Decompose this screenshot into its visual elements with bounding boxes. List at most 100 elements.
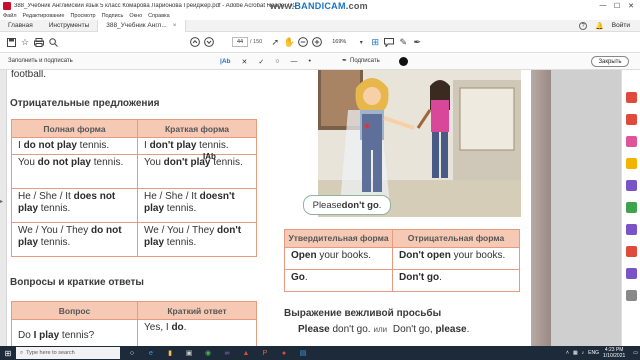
document-background — [551, 70, 621, 346]
speech-bubble: Please don't go. — [303, 195, 391, 215]
menu-window[interactable]: Окно — [129, 13, 142, 19]
create-pdf-icon[interactable] — [626, 114, 637, 125]
close-window-button[interactable]: ✕ — [624, 0, 638, 11]
menu-help[interactable]: Справка — [148, 13, 170, 19]
record-icon[interactable]: ● — [277, 346, 291, 360]
minimize-button[interactable]: — — [596, 0, 610, 11]
fill-sign-label: Заполнить и подписать — [8, 58, 73, 64]
book-spine — [531, 70, 551, 346]
page-up-icon[interactable] — [188, 35, 202, 49]
chrome-icon[interactable]: ◉ — [201, 346, 215, 360]
system-tray: ˄ ▦ ♪ ENG 4:23 PM 1/10/2021 ▭ — [566, 346, 638, 360]
left-panel-toggle[interactable]: ▸ — [0, 70, 6, 346]
text-cursor-icon: I̲Ab — [203, 152, 216, 161]
header-affirmative: Утвердительная форма — [284, 229, 393, 248]
table-row: Do I play tennis? Yes, I do. — [11, 319, 257, 346]
fill-sign-bar: Заполнить и подписать |Ab ✕ ✓ ○ — • ✒ По… — [0, 53, 640, 70]
save-icon[interactable] — [4, 35, 18, 49]
comment-tool-icon[interactable] — [626, 158, 637, 169]
chevron-down-icon[interactable]: ▾ — [354, 35, 368, 49]
folder-icon[interactable]: ▮ — [163, 346, 177, 360]
search-icon[interactable] — [46, 35, 60, 49]
window-title: 388_Учебник Английский язык 5 класс Кома… — [14, 2, 297, 9]
comment-icon[interactable] — [382, 35, 396, 49]
sign-button[interactable]: ✒ Подписать — [342, 57, 380, 65]
taskbar-search-placeholder: Type here to search — [26, 350, 75, 356]
menu-sign[interactable]: Подпись — [102, 13, 124, 19]
help-icon[interactable]: ? — [579, 21, 588, 30]
sign-pen-icon[interactable]: ✒ — [410, 35, 424, 49]
expand-arrow-icon[interactable]: ▸ — [0, 198, 3, 205]
tab-tools[interactable]: Инструменты — [41, 20, 98, 32]
menu-edit[interactable]: Редактирование — [23, 13, 65, 19]
fill-sign-tools: |Ab ✕ ✓ ○ — • — [220, 53, 322, 70]
page-down-icon[interactable] — [202, 35, 216, 49]
fit-page-icon[interactable]: ⊞ — [368, 35, 382, 49]
clock-date: 1/10/2021 — [603, 353, 626, 359]
notification-icon[interactable]: ▭ — [633, 350, 638, 356]
acrobat-taskbar-icon[interactable]: ▲ — [239, 346, 253, 360]
check-mark-icon[interactable]: ✓ — [258, 58, 264, 66]
windows-start-icon[interactable]: ⊞ — [0, 346, 16, 360]
maximize-button[interactable]: ☐ — [610, 0, 624, 11]
table-row: We / You / They do not play tennis. We /… — [11, 222, 257, 257]
tab-close-icon[interactable]: × — [173, 22, 177, 29]
dot-tool-icon[interactable]: • — [308, 58, 310, 65]
color-picker-dot[interactable] — [399, 57, 408, 66]
header-question: Вопрос — [11, 301, 138, 320]
language-indicator[interactable]: ENG — [588, 350, 599, 356]
zoom-in-icon[interactable] — [310, 35, 324, 49]
pen-icon[interactable]: ✎ — [396, 35, 410, 49]
print-icon[interactable] — [32, 35, 46, 49]
acrobat-app-icon — [3, 1, 11, 10]
line-tool-icon[interactable]: — — [290, 58, 297, 65]
select-cursor-icon[interactable]: ➚ — [268, 35, 282, 49]
zoom-select[interactable]: 169% — [332, 39, 354, 45]
hand-tool-icon[interactable]: ✋ — [282, 35, 296, 49]
protect-icon[interactable] — [626, 268, 637, 279]
send-sign-icon[interactable] — [626, 246, 637, 257]
taskbar-search-input[interactable]: ⌕ Type here to search — [16, 347, 120, 359]
taskbar-clock[interactable]: 4:23 PM 1/10/2021 — [603, 347, 625, 359]
menu-view[interactable]: Просмотр — [70, 13, 95, 19]
sign-in-link[interactable]: Войти — [612, 22, 630, 29]
close-fill-sign-button[interactable]: Закрыть — [591, 56, 629, 67]
bell-icon[interactable]: 🔔 — [595, 22, 604, 30]
taskbar-search-icon: ⌕ — [20, 349, 24, 356]
tray-chevron-icon[interactable]: ˄ — [566, 350, 569, 356]
negative-forms-table: Полная форма Краткая форма I do not play… — [11, 119, 257, 257]
cross-mark-icon[interactable]: ✕ — [241, 58, 247, 66]
store-icon[interactable]: ▣ — [182, 346, 196, 360]
edit-pdf-icon[interactable] — [626, 136, 637, 147]
fill-sign-icon[interactable] — [626, 224, 637, 235]
title-bar: 388_Учебник Английский язык 5 класс Кома… — [0, 0, 640, 11]
menu-file[interactable]: Файл — [3, 13, 17, 19]
header-negative: Отрицательная форма — [392, 229, 520, 248]
questions-table: Вопрос Краткий ответ Do I play tennis? Y… — [11, 301, 257, 346]
more-tools-icon[interactable] — [626, 290, 637, 301]
volume-icon[interactable]: ♪ — [582, 350, 585, 356]
negative-heading: Отрицательные предложения — [10, 98, 160, 109]
zoom-out-icon[interactable] — [296, 35, 310, 49]
bookmark-star-icon[interactable]: ☆ — [18, 35, 32, 49]
network-icon[interactable]: ▦ — [573, 350, 578, 356]
tab-home[interactable]: Главная — [0, 20, 41, 32]
circle-tool-icon[interactable]: ○ — [275, 58, 279, 65]
add-text-tool[interactable]: |Ab — [220, 58, 230, 65]
tab-document[interactable]: 388_Учебник Англ... × — [97, 19, 186, 32]
organize-pages-icon[interactable] — [626, 202, 637, 213]
visual-studio-icon[interactable]: ∞ — [220, 346, 234, 360]
export-pdf-icon[interactable] — [626, 92, 637, 103]
questions-heading: Вопросы и краткие ответы — [10, 277, 144, 288]
page-total: / 150 — [250, 39, 263, 45]
combine-files-icon[interactable] — [626, 180, 637, 191]
edge-icon[interactable]: e — [144, 346, 158, 360]
page-number-input[interactable]: 44 — [232, 37, 248, 47]
document-page: football. Отрицательные предложения Полн… — [7, 70, 531, 346]
task-view-icon[interactable]: ○ — [125, 346, 139, 360]
powerpoint-icon[interactable]: P — [258, 346, 272, 360]
table-row: Go. Don't go. — [284, 269, 520, 292]
toolbar: ☆ 44 / 150 ➚ ✋ 169% ▾ ⊞ ✎ ✒ — [0, 32, 640, 53]
photos-icon[interactable]: ▤ — [296, 346, 310, 360]
tab-document-label: 388_Учебник Англ... — [106, 22, 167, 29]
